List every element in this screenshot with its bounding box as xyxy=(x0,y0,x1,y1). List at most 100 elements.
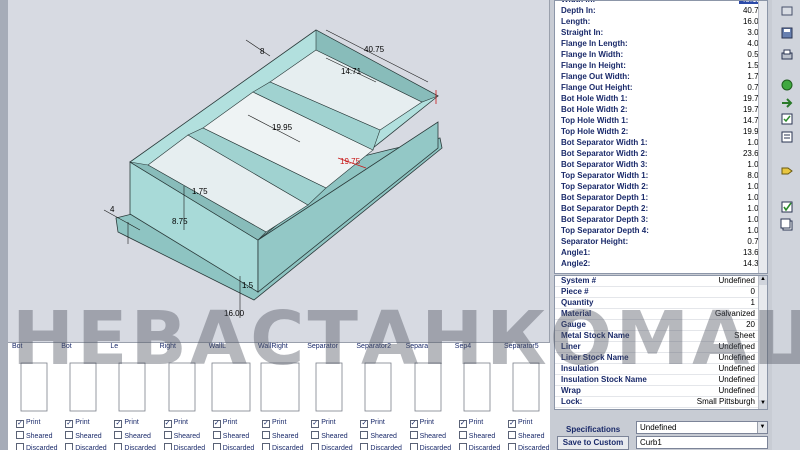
empty-box-icon[interactable] xyxy=(360,443,369,450)
print-checkbox[interactable]: ✓ Print xyxy=(508,419,532,428)
discarded-checkbox[interactable]: Discarded xyxy=(114,443,156,450)
empty-box-icon[interactable] xyxy=(458,431,467,439)
empty-box-icon[interactable] xyxy=(409,431,418,439)
print-checkbox[interactable]: ✓ Print xyxy=(65,419,90,428)
parameter-row[interactable]: Top Hole Width 2: 19.95 xyxy=(555,127,767,138)
property-row[interactable]: Material Galvanized xyxy=(555,309,759,320)
parameter-row[interactable]: Flange In Width: 0.50 xyxy=(555,50,767,61)
piece-thumbnail[interactable] xyxy=(110,357,154,417)
piece-tab[interactable]: Le xyxy=(110,343,118,355)
property-row[interactable]: Lock: Small Pittsburgh xyxy=(555,397,759,408)
property-row[interactable]: Piece # 0 xyxy=(555,287,759,298)
property-value[interactable]: Galvanized xyxy=(715,309,755,318)
money-icon[interactable] xyxy=(780,78,794,92)
sheared-checkbox[interactable]: Sheared xyxy=(409,431,446,440)
list-icon[interactable] xyxy=(780,130,794,144)
discarded-checkbox[interactable]: Discarded xyxy=(458,443,500,450)
save-to-custom-button[interactable]: Save to Custom as xyxy=(557,436,629,450)
piece-tab[interactable]: Separator xyxy=(307,343,338,355)
check-icon[interactable] xyxy=(780,200,794,214)
check-icon[interactable]: ✓ xyxy=(409,420,418,428)
sheared-checkbox[interactable]: Sheared xyxy=(114,431,151,440)
parameter-row[interactable]: Length: 16.00 xyxy=(555,17,767,28)
parameter-row[interactable]: Top Separator Depth 4: 1.00 xyxy=(555,226,767,237)
property-row[interactable]: Wrap Undefined xyxy=(555,386,759,397)
property-value[interactable]: Undefined xyxy=(719,353,755,362)
empty-box-icon[interactable] xyxy=(262,431,270,439)
check-icon[interactable]: ✓ xyxy=(16,420,24,428)
empty-box-icon[interactable] xyxy=(65,431,74,439)
print-checkbox[interactable]: ✓ Print xyxy=(409,419,434,428)
parameters-panel[interactable]: Width In:48.12Depth In:40.75Length:16.00… xyxy=(554,0,768,274)
parameter-row[interactable]: Bot Hole Width 2: 19.75 xyxy=(555,105,767,116)
print-checkbox[interactable]: ✓ Print xyxy=(360,419,385,428)
parameter-row[interactable]: Top Separator Width 1: 8.00 xyxy=(555,171,767,182)
discarded-checkbox[interactable]: Discarded xyxy=(16,443,58,450)
piece-tab[interactable]: Sep4 xyxy=(455,343,471,355)
properties-grid[interactable]: System # Undefined Piece # 0 Quantity 1 Materi… xyxy=(554,275,768,410)
print-checkbox[interactable]: ✓ Print xyxy=(163,419,188,428)
print-checkbox[interactable]: ✓ Print xyxy=(458,419,483,428)
piece-thumbnail[interactable] xyxy=(356,357,400,417)
parameter-row[interactable]: Bot Hole Width 1: 19.75 xyxy=(555,94,767,105)
property-row[interactable]: Liner Stock Name Undefined xyxy=(555,353,759,364)
property-row[interactable]: Metal Stock Name Sheet xyxy=(555,331,759,342)
property-value[interactable]: Undefined xyxy=(719,364,755,373)
empty-box-icon[interactable] xyxy=(16,431,24,439)
curb-name-field[interactable]: Curb1 xyxy=(636,436,768,449)
discarded-checkbox[interactable]: Discarded xyxy=(311,443,353,450)
sheared-checkbox[interactable]: Sheared xyxy=(262,431,298,440)
pencil-icon[interactable] xyxy=(780,4,794,18)
checklist-icon[interactable] xyxy=(780,112,794,126)
parameter-row[interactable]: Bot Separator Width 1: 1.00 xyxy=(555,138,767,149)
check-icon[interactable]: ✓ xyxy=(458,420,467,428)
empty-box-icon[interactable] xyxy=(114,443,123,450)
parameters-scrollbar[interactable] xyxy=(758,1,767,273)
3d-viewport[interactable]: 40.75 14.71 19.95 19.75 1.75 8.75 4 8 1.… xyxy=(8,0,550,342)
print-checkbox[interactable]: ✓ Print xyxy=(114,419,139,428)
parameter-row[interactable]: Flange In Length: 4.00 xyxy=(555,39,767,50)
check-icon[interactable]: ✓ xyxy=(508,420,516,428)
empty-box-icon[interactable] xyxy=(458,443,467,450)
piece-thumbnail[interactable] xyxy=(209,357,253,417)
empty-box-icon[interactable] xyxy=(508,443,516,450)
parameter-row[interactable]: Angle2: 14.39 xyxy=(555,259,767,270)
sheared-checkbox[interactable]: Sheared xyxy=(16,431,52,440)
print-icon[interactable] xyxy=(780,48,794,62)
properties-scrollbar[interactable]: ▲ ▼ xyxy=(758,276,767,409)
sheared-checkbox[interactable]: Sheared xyxy=(458,431,495,440)
parameter-row[interactable]: Separator Height: 0.75 xyxy=(555,237,767,248)
piece-tab[interactable]: Bot xyxy=(61,343,72,355)
property-row[interactable]: Insulation Stock Name Undefined xyxy=(555,375,759,386)
property-value[interactable]: Undefined xyxy=(719,342,755,351)
print-checkbox[interactable]: ✓ Print xyxy=(311,419,336,428)
parameter-row[interactable]: Bot Separator Depth 1: 1.00 xyxy=(555,193,767,204)
check-icon[interactable]: ✓ xyxy=(163,420,172,428)
piece-tab[interactable]: Right xyxy=(160,343,176,355)
print-checkbox[interactable]: ✓ Print xyxy=(212,419,237,428)
sheared-checkbox[interactable]: Sheared xyxy=(65,431,102,440)
check-icon[interactable]: ✓ xyxy=(311,420,320,428)
piece-tab[interactable]: Separator5 xyxy=(504,343,539,355)
empty-box-icon[interactable] xyxy=(114,431,123,439)
discarded-checkbox[interactable]: Discarded xyxy=(65,443,107,450)
discarded-checkbox[interactable]: Discarded xyxy=(409,443,451,450)
parameter-row[interactable]: Top Hole Width 1: 14.71 xyxy=(555,116,767,127)
parameter-row[interactable]: Flange In Height: 1.50 xyxy=(555,61,767,72)
empty-box-icon[interactable] xyxy=(409,443,418,450)
empty-box-icon[interactable] xyxy=(65,443,74,450)
check-icon[interactable]: ✓ xyxy=(114,420,123,428)
parameter-row[interactable]: Angle1: 13.68 xyxy=(555,248,767,259)
empty-box-icon[interactable] xyxy=(212,431,221,439)
property-row[interactable]: System # Undefined xyxy=(555,276,759,287)
specifications-dropdown[interactable]: Undefined ▼ xyxy=(636,421,768,434)
sheared-checkbox[interactable]: Sheared xyxy=(212,431,249,440)
check-icon[interactable]: ✓ xyxy=(262,420,270,428)
empty-box-icon[interactable] xyxy=(163,443,172,450)
parameter-row[interactable]: Bot Separator Depth 3: 1.00 xyxy=(555,215,767,226)
parameter-row[interactable]: Bot Separator Width 2: 23.65 xyxy=(555,149,767,160)
empty-box-icon[interactable] xyxy=(262,443,270,450)
chevron-down-icon[interactable]: ▼ xyxy=(757,422,767,433)
property-value[interactable]: 20 xyxy=(746,320,755,329)
piece-tab[interactable]: Separa xyxy=(406,343,429,355)
